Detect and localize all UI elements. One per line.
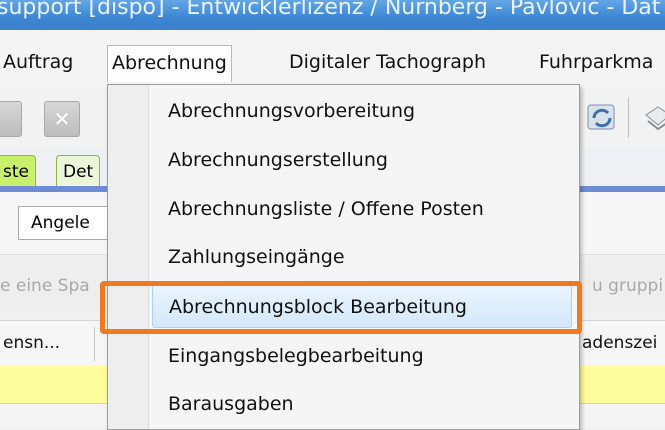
menu-fuhrparkma[interactable]: Fuhrparkma (539, 46, 653, 78)
menu-icon-column (108, 85, 149, 429)
menu-bar: Auftrag Abrechnung Digitaler Tachograph … (0, 30, 665, 89)
close-icon: ✕ (53, 107, 71, 131)
menu-digitaler-tachograph[interactable]: Digitaler Tachograph (289, 46, 486, 78)
menu-item-abrechnungsblock-bearbeitung[interactable]: Abrechnungsblock Bearbeitung (152, 284, 572, 328)
refresh-icon (587, 104, 615, 130)
tab-liste[interactable]: ste (0, 155, 36, 189)
column-divider[interactable] (94, 327, 95, 361)
toolbar-separator (628, 98, 629, 138)
print-button[interactable] (640, 101, 665, 135)
print-icon (645, 106, 665, 131)
menu-item-abrechnungsvorbereitung[interactable]: Abrechnungsvorbereitung (152, 89, 572, 133)
group-hint-right: u gruppi (592, 276, 664, 296)
menu-item-eingangsbelegbearbeitung[interactable]: Eingangsbelegbearbeitung (152, 334, 572, 378)
menu-auftrag[interactable]: Auftrag (3, 46, 73, 78)
refresh-button[interactable] (585, 101, 619, 135)
title-bar: support [dispo] - Entwicklerlizenz / Nür… (0, 0, 665, 30)
menu-item-barausgaben[interactable]: Barausgaben (152, 382, 572, 426)
menu-item-abrechnungserstellung[interactable]: Abrechnungserstellung (152, 138, 572, 182)
tab-details[interactable]: Det (56, 155, 101, 189)
column-header-1[interactable]: ensn... (3, 333, 60, 353)
abrechnung-dropdown-menu: Abrechnungsvorbereitung Abrechnungserste… (107, 84, 580, 430)
window-title: support [dispo] - Entwicklerlizenz / Nür… (0, 0, 661, 20)
group-hint-left: e eine Spa (0, 276, 90, 296)
delete-button[interactable]: ✕ (44, 101, 80, 137)
menu-item-abrechnungsliste[interactable]: Abrechnungsliste / Offene Posten (152, 187, 572, 231)
menu-abrechnung[interactable]: Abrechnung (107, 45, 232, 82)
menu-item-zahlungseingaenge[interactable]: Zahlungseingänge (152, 235, 572, 279)
column-header-2[interactable]: adenszei (582, 333, 657, 353)
save-button[interactable] (0, 101, 22, 137)
